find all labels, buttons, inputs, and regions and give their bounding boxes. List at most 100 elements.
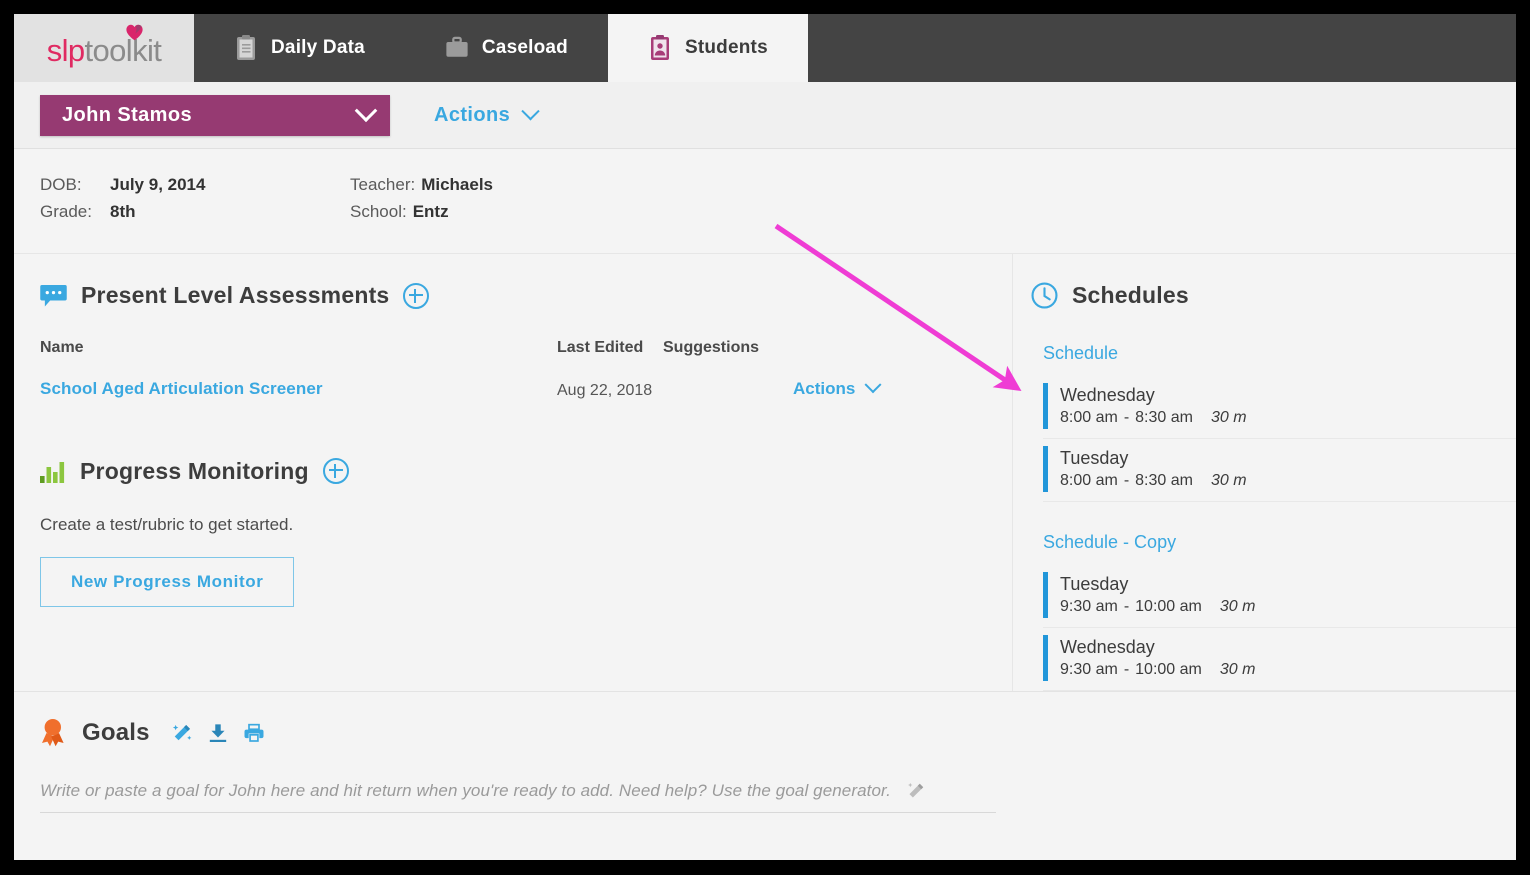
teacher-value: Michaels	[421, 175, 494, 194]
goals-header: Goals	[40, 718, 1516, 748]
assessment-name-link[interactable]: School Aged Articulation Screener	[40, 379, 323, 398]
magic-wand-icon[interactable]	[907, 782, 925, 800]
schedule-group-link[interactable]: Schedule - Copy	[1043, 532, 1516, 553]
schedule-day: Wednesday	[1060, 636, 1155, 657]
progress-monitoring-section: Progress Monitoring Create a test/rubric…	[14, 418, 1012, 651]
chevron-down-icon	[354, 99, 378, 123]
present-level-header: Present Level Assessments	[40, 282, 1012, 309]
schedules-title: Schedules	[1072, 282, 1189, 308]
clock-icon	[1031, 282, 1058, 309]
download-icon[interactable]	[208, 723, 228, 743]
nav-tab-students[interactable]: Students	[607, 14, 808, 82]
main-content: Present Level Assessments Name Last Edit…	[14, 254, 1516, 691]
student-select-dropdown[interactable]: John Stamos	[40, 94, 390, 136]
assessment-last-edited: Aug 22, 2018	[557, 382, 653, 399]
list-item[interactable]: Wednesday 9:30 am - 10:00 am 30 m	[1043, 628, 1516, 691]
present-level-assessments-section: Present Level Assessments Name Last Edit…	[14, 254, 1012, 418]
schedule-start: 9:30 am	[1060, 598, 1118, 616]
schedule-duration: 30 m	[1219, 598, 1256, 616]
teacher-label: Teacher:	[350, 175, 416, 194]
nav-tab-daily-data[interactable]: Daily Data	[194, 14, 405, 82]
app-window: slptoolkit Daily Data Caseload Students …	[14, 14, 1516, 860]
schedule-time: 8:00 am - 8:30 am 30 m	[1060, 407, 1247, 429]
schedule-group: Schedule - Copy Tuesday 9:30 am - 10:00 …	[1031, 532, 1516, 691]
schedules-header: Schedules	[1031, 282, 1516, 309]
bar-chart-icon	[40, 462, 65, 484]
nav-tab-caseload[interactable]: Caseload	[405, 14, 608, 82]
list-item[interactable]: Wednesday 8:00 am - 8:30 am 30 m	[1043, 376, 1516, 439]
briefcase-icon	[446, 36, 468, 57]
add-assessment-button[interactable]	[403, 282, 430, 309]
schedule-color-bar	[1043, 445, 1048, 492]
schedule-end: 10:00 am	[1135, 598, 1202, 616]
present-level-title: Present Level Assessments	[81, 282, 390, 308]
assessment-actions-label: Actions	[793, 379, 856, 398]
progress-monitoring-empty-note: Create a test/rubric to get started.	[40, 514, 294, 534]
assessments-table-header: Name Last Edited Suggestions	[40, 339, 1012, 379]
column-header-name: Name	[40, 339, 84, 356]
schedule-group: Schedule Wednesday 8:00 am - 8:30 am 30 …	[1031, 343, 1516, 502]
student-info-row-2: Grade: 8th School: Entz	[40, 202, 1516, 222]
list-item[interactable]: Tuesday 9:30 am - 10:00 am 30 m	[1043, 565, 1516, 628]
schedule-separator: -	[1123, 409, 1130, 427]
magic-wand-icon[interactable]	[172, 723, 192, 743]
student-actions-dropdown[interactable]: Actions	[434, 101, 540, 127]
schedule-start: 8:00 am	[1060, 409, 1118, 427]
schedule-separator: -	[1123, 598, 1130, 616]
schedule-day: Tuesday	[1060, 573, 1129, 594]
student-toolbar: John Stamos Actions	[14, 82, 1516, 149]
school-value: Entz	[412, 202, 449, 221]
goal-input-row[interactable]: Write or paste a goal for John here and …	[40, 781, 996, 813]
schedule-day: Wednesday	[1060, 385, 1155, 405]
slptoolkit-logo: slptoolkit	[46, 24, 162, 68]
logo-text-slp: slp	[46, 32, 85, 68]
schedule-start: 9:30 am	[1060, 660, 1118, 678]
schedule-time: 9:30 am - 10:00 am 30 m	[1060, 596, 1255, 618]
column-header-suggestions: Suggestions	[663, 339, 760, 356]
dob-value: July 9, 2014	[110, 175, 206, 194]
schedule-day: Tuesday	[1060, 447, 1129, 468]
grade-value: 8th	[110, 202, 136, 221]
list-item[interactable]: Tuesday 8:00 am - 8:30 am 30 m	[1043, 439, 1516, 502]
schedule-color-bar	[1043, 383, 1048, 429]
schedule-time: 9:30 am - 10:00 am 30 m	[1060, 659, 1255, 681]
id-badge-icon	[650, 35, 669, 60]
schedule-color-bar	[1043, 571, 1048, 618]
student-info-strip: DOB: July 9, 2014 Teacher: Michaels Grad…	[14, 149, 1516, 254]
progress-monitoring-header: Progress Monitoring	[40, 458, 1012, 485]
clipboard-icon	[237, 35, 255, 60]
schedule-duration: 30 m	[1219, 660, 1256, 678]
schedule-duration: 30 m	[1210, 409, 1247, 427]
left-column: Present Level Assessments Name Last Edit…	[14, 254, 1013, 691]
nav-tab-label: Caseload	[481, 37, 568, 58]
selected-student-name: John Stamos	[62, 103, 192, 126]
schedule-color-bar	[1043, 634, 1048, 681]
schedules-section: Schedules Schedule Wednesday 8:00 am - 8…	[1013, 254, 1516, 691]
progress-monitoring-title: Progress Monitoring	[80, 457, 309, 484]
goals-section: Goals Write or paste a goal for John her…	[14, 690, 1516, 813]
schedule-end: 8:30 am	[1135, 409, 1193, 427]
chevron-down-icon	[521, 101, 540, 120]
schedule-end: 8:30 am	[1135, 472, 1193, 490]
print-icon[interactable]	[244, 723, 264, 743]
schedule-group-link[interactable]: Schedule	[1043, 343, 1516, 364]
schedule-duration: 30 m	[1210, 472, 1247, 490]
schedule-end: 10:00 am	[1135, 660, 1202, 678]
logo-home-button[interactable]: slptoolkit	[14, 14, 194, 82]
table-row: School Aged Articulation Screener Aug 22…	[40, 376, 1012, 418]
nav-tab-label: Students	[684, 37, 768, 58]
assessment-actions-dropdown[interactable]: Actions	[793, 376, 913, 399]
dob-label: DOB:	[40, 175, 82, 194]
add-progress-monitor-button[interactable]	[322, 458, 349, 485]
grade-label: Grade:	[40, 202, 92, 221]
chevron-down-icon	[864, 376, 882, 394]
goal-input-placeholder: Write or paste a goal for John here and …	[40, 780, 892, 800]
schedule-time: 8:00 am - 8:30 am 30 m	[1060, 470, 1247, 492]
column-header-last-edited: Last Edited	[557, 339, 644, 356]
new-progress-monitor-button[interactable]: New Progress Monitor	[40, 556, 295, 607]
nav-tab-list: Daily Data Caseload Students	[194, 14, 808, 82]
right-column: Schedules Schedule Wednesday 8:00 am - 8…	[1013, 254, 1516, 691]
speech-bubble-icon	[40, 284, 67, 307]
goals-title: Goals	[82, 718, 150, 746]
